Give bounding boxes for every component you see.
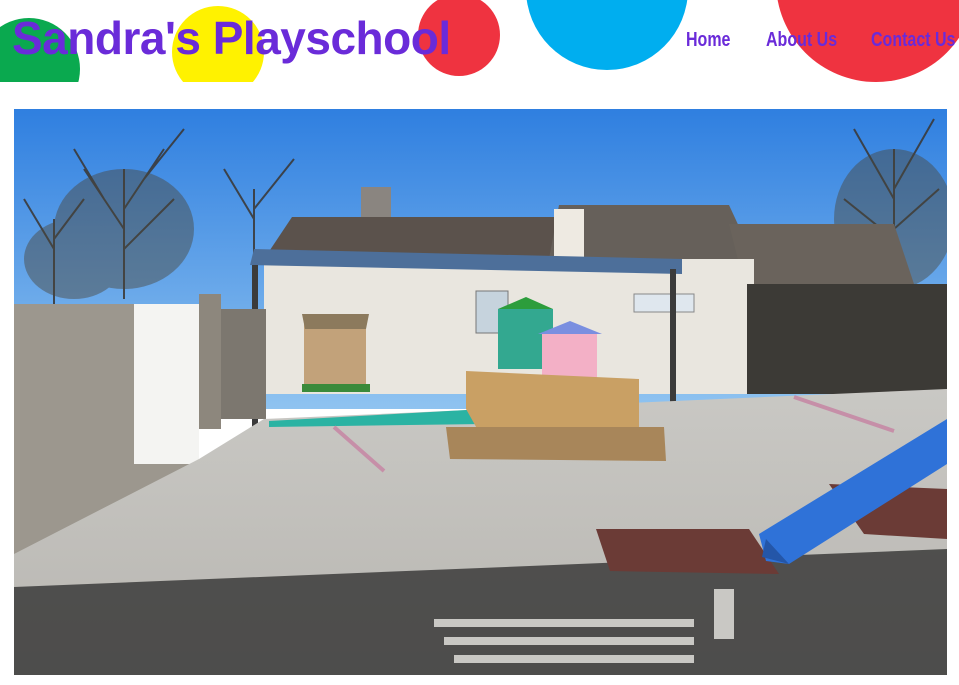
nav-home[interactable]: Home [686,22,730,58]
main-nav: Home About Us Contact Us [0,22,959,58]
nav-about-us[interactable]: About Us [766,22,837,58]
hero-image [14,109,947,675]
nav-contact-us[interactable]: Contact Us [871,22,955,58]
playground-photo [14,109,947,675]
site-header: Sandra's Playschool Home About Us Contac… [0,0,959,82]
